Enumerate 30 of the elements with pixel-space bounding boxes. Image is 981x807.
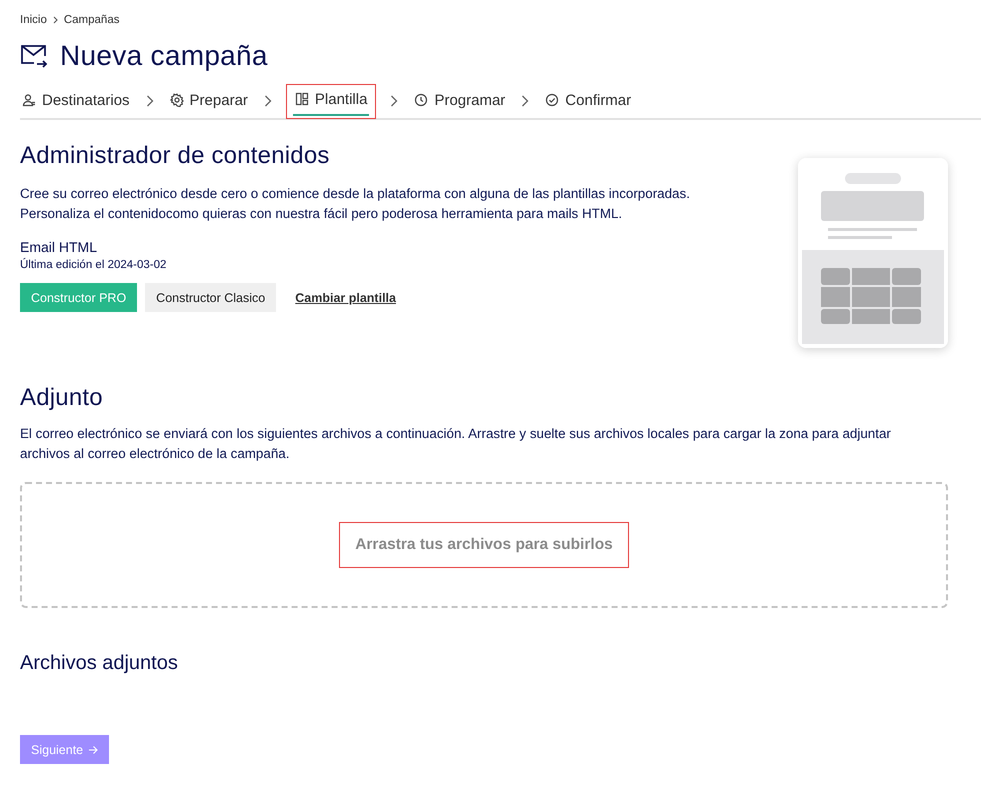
template-name: Email HTML — [20, 239, 98, 255]
step-tab[interactable]: Destinatarios — [20, 86, 132, 116]
section-heading: Administrador de contenidos — [20, 142, 331, 170]
step-tab[interactable]: Plantilla — [292, 84, 370, 116]
chevron-right-icon — [390, 95, 398, 107]
chevron-right-icon — [52, 16, 58, 24]
chevron-right-icon — [264, 95, 272, 107]
breadcrumb-current: Campañas — [64, 14, 120, 26]
change-template-link[interactable]: Cambiar plantilla — [284, 283, 407, 312]
builder-button[interactable]: Constructor Clasico — [145, 283, 276, 312]
step-tab[interactable]: Programar — [412, 86, 508, 116]
check-circle-icon — [545, 93, 560, 107]
layout-icon — [294, 92, 309, 106]
chevron-right-icon — [146, 95, 154, 107]
people-icon — [22, 93, 36, 107]
description-text: El correo electrónico se enviará con los siguientes archivos a continuación. Arrastre y suelte sus archivos locales para cargar la zona para adjuntar archivos al correo electrónico de la campaña. — [20, 425, 892, 463]
description-text: Cree su correo electrónico desde cero o comience desde la plataforma con alguna de las plantillas incorporadas. Personaliza el contenidocomo quieras con nuestra fácil pero poderosa herramienta para mails HTML. — [20, 185, 691, 223]
page-title: Nueva campaña — [60, 40, 268, 72]
chevron-right-icon — [521, 95, 530, 107]
arrow-right-icon — [88, 744, 98, 754]
section-heading: Archivos adjuntos — [20, 652, 179, 675]
dropzone-hint: Arrastra tus archivos para subirlos — [355, 536, 613, 553]
last-edited-text: Última edición el 2024-03-02 — [20, 259, 168, 271]
mail-send-icon — [20, 44, 48, 68]
step-tab[interactable]: Preparar — [168, 86, 250, 116]
breadcrumb-link[interactable]: Inicio — [20, 14, 47, 26]
section-heading: Adjunto — [20, 384, 104, 412]
step-tab[interactable]: Confirmar — [543, 86, 634, 116]
clock-icon — [414, 93, 428, 107]
gear-icon — [170, 93, 184, 107]
